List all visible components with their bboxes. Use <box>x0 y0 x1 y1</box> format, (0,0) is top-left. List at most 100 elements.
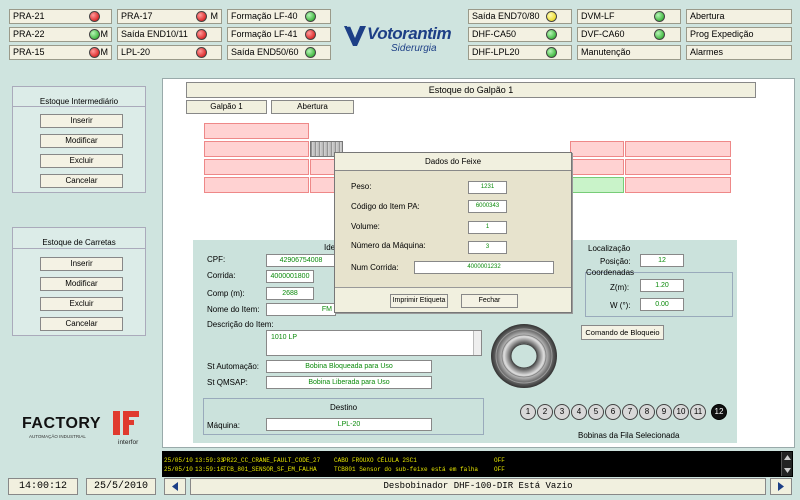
num-corrida-field[interactable]: 4000001232 <box>414 261 554 274</box>
status-label: DHF-LPL20 <box>472 47 520 57</box>
modificar-button[interactable]: Modificar <box>40 134 123 148</box>
status-dvm-lf[interactable]: DVM-LF <box>577 9 681 24</box>
status-formacao-lf-41[interactable]: Formação LF-41 <box>227 27 331 42</box>
excluir-button[interactable]: Excluir <box>40 297 123 311</box>
nav-prog-expedicao[interactable]: Prog Expedição <box>686 27 792 42</box>
fila-item[interactable]: 1 <box>520 404 536 420</box>
tab-galpao-1[interactable]: Galpão 1 <box>186 100 267 114</box>
prev-message-button[interactable] <box>164 478 186 495</box>
descricao-field[interactable]: 1010 LP <box>266 330 482 356</box>
alarm-scrollbar[interactable] <box>781 452 792 476</box>
inserir-button[interactable]: Inserir <box>40 114 123 128</box>
comp-field[interactable]: 2688 <box>266 287 314 300</box>
mode-letter: M <box>100 47 109 57</box>
page-title: Estoque do Galpão 1 <box>186 82 756 98</box>
nav-label: Alarmes <box>690 47 724 57</box>
fila-item[interactable]: 9 <box>656 404 672 420</box>
factory-logo: FACTORY AUTOMAÇÃO INDUSTRIAL interfor <box>22 411 162 455</box>
scrollbar[interactable] <box>473 331 481 355</box>
nav-abertura[interactable]: Abertura <box>686 9 792 24</box>
numero-maquina-field[interactable]: 3 <box>468 241 507 254</box>
status-dhf-ca50[interactable]: DHF-CA50 <box>468 27 572 42</box>
status-saida-end10-11[interactable]: Saída END10/11 <box>117 27 222 42</box>
fila-item[interactable]: 4 <box>571 404 587 420</box>
status-lpl-20[interactable]: LPL-20 <box>117 45 222 60</box>
w-field[interactable]: 0.00 <box>640 298 684 311</box>
fila-item[interactable]: 8 <box>639 404 655 420</box>
maquina-field[interactable]: LPL-20 <box>266 418 432 431</box>
codigo-item-field[interactable]: 6000343 <box>468 200 507 213</box>
inserir-button[interactable]: Inserir <box>40 257 123 271</box>
status-led-red-icon <box>305 29 316 40</box>
fila-item[interactable]: 2 <box>537 404 553 420</box>
st-automacao-field[interactable]: Bobina Bloqueada para Uso <box>266 360 432 373</box>
z-field[interactable]: 1.20 <box>640 279 684 292</box>
status-pra-17[interactable]: PRA-17 M <box>117 9 222 24</box>
status-led-green-icon <box>305 47 316 58</box>
corrida-field[interactable]: 4000001800 <box>266 270 314 283</box>
storage-slot[interactable] <box>570 141 624 157</box>
factory-sub: AUTOMAÇÃO INDUSTRIAL <box>29 434 86 439</box>
cancelar-button[interactable]: Cancelar <box>40 317 123 331</box>
status-pra-21[interactable]: PRA-21 <box>9 9 112 24</box>
volume-field[interactable]: 1 <box>468 221 507 234</box>
volume-label: Volume: <box>351 222 380 231</box>
storage-slot[interactable] <box>625 141 731 157</box>
fechar-button[interactable]: Fechar <box>461 294 518 308</box>
w-label: W (°): <box>610 301 631 310</box>
divider <box>335 287 571 288</box>
coordenadas-title: Coordenadas <box>586 268 635 277</box>
imprimir-etiqueta-button[interactable]: Imprimir Etiqueta <box>390 294 448 308</box>
status-formacao-lf-40[interactable]: Formação LF-40 <box>227 9 331 24</box>
fila-item[interactable]: 10 <box>673 404 689 420</box>
mode-letter: M <box>210 11 219 21</box>
estoque-intermediario-panel: Estoque Intermediário Inserir Modificar … <box>12 86 146 193</box>
interfor-name: interfor <box>118 439 139 446</box>
status-message: Desbobinador DHF-100-DIR Está Vazio <box>190 478 766 495</box>
status-led-green-icon <box>305 11 316 22</box>
status-led-red-icon <box>196 11 207 22</box>
status-dhf-lpl20[interactable]: DHF-LPL20 <box>468 45 572 60</box>
fila-item-active[interactable]: 12 <box>711 404 727 420</box>
fila-item[interactable]: 6 <box>605 404 621 420</box>
modificar-button[interactable]: Modificar <box>40 277 123 291</box>
storage-slot[interactable] <box>570 159 624 175</box>
fila-item[interactable]: 11 <box>690 404 706 420</box>
votorantim-v-icon <box>344 26 366 46</box>
nav-alarmes[interactable]: Alarmes <box>686 45 792 60</box>
status-label: Saída END10/11 <box>121 29 188 39</box>
comp-label: Comp (m): <box>207 289 245 298</box>
storage-slot[interactable] <box>204 159 309 175</box>
panel-title: Estoque de Carretas <box>42 238 116 247</box>
storage-slot[interactable] <box>625 177 731 193</box>
storage-slot[interactable] <box>204 123 309 139</box>
status-pra-22[interactable]: PRA-22 M <box>9 27 112 42</box>
fila-item[interactable]: 5 <box>588 404 604 420</box>
status-saida-end70-80[interactable]: Saída END70/80 <box>468 9 572 24</box>
storage-slot[interactable] <box>625 159 731 175</box>
storage-slot[interactable] <box>204 141 309 157</box>
nome-item-field[interactable]: FM <box>266 303 336 316</box>
peso-field[interactable]: 1231 <box>468 181 507 194</box>
status-label: DHF-CA50 <box>472 29 517 39</box>
cpf-field[interactable]: 42906754008 <box>266 254 336 267</box>
posicao-field[interactable]: 12 <box>640 254 684 267</box>
fila-item[interactable]: 3 <box>554 404 570 420</box>
storage-slot-free[interactable] <box>570 177 624 193</box>
st-qmsap-field[interactable]: Bobina Liberada para Uso <box>266 376 432 389</box>
status-manutencao[interactable]: Manutenção <box>577 45 681 60</box>
status-saida-end50-60[interactable]: Saída END50/60 <box>227 45 331 60</box>
fila-item[interactable]: 7 <box>622 404 638 420</box>
nome-item-label: Nome do Item: <box>207 305 260 314</box>
comando-bloqueio-button[interactable]: Comando de Bloqueio <box>581 325 664 340</box>
storage-slot[interactable] <box>204 177 309 193</box>
panel-title: Estoque Intermediário <box>39 97 119 106</box>
next-message-button[interactable] <box>770 478 792 495</box>
tab-abertura[interactable]: Abertura <box>271 100 354 114</box>
alarm-row[interactable]: 25/05/10 13:59:16 TCB_801_SENSOR_SF_EM_F… <box>164 465 776 476</box>
status-dvf-ca60[interactable]: DVF-CA60 <box>577 27 681 42</box>
excluir-button[interactable]: Excluir <box>40 154 123 168</box>
cancelar-button[interactable]: Cancelar <box>40 174 123 188</box>
status-led-green-icon <box>89 29 100 40</box>
status-pra-15[interactable]: PRA-15 M <box>9 45 112 60</box>
